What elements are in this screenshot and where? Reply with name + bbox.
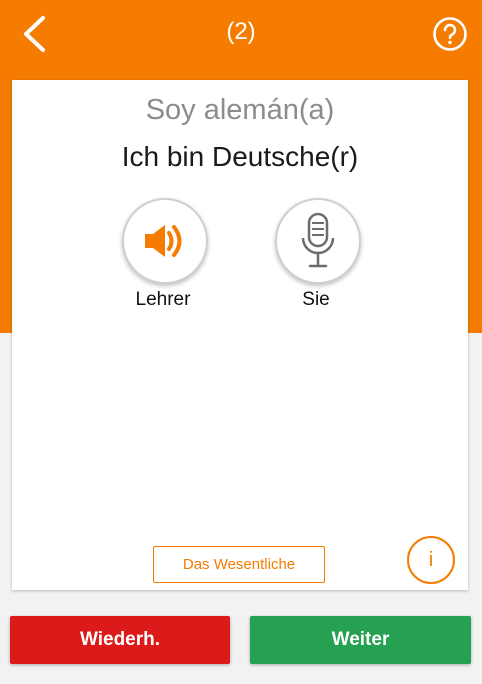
phrase-card: Soy alemán(a) Ich bin Deutsche(r) Lehrer… [12, 80, 468, 590]
progress-counter: (2) [226, 18, 256, 45]
info-icon: i [428, 548, 434, 571]
next-button[interactable]: Weiter [250, 616, 471, 664]
target-phrase: Ich bin Deutsche(r) [121, 141, 359, 172]
teacher-label: Lehrer [135, 289, 191, 310]
microphone-icon [301, 212, 335, 268]
source-phrase: Soy alemán(a) [145, 94, 335, 126]
record-voice-button[interactable] [275, 198, 361, 284]
you-label: Sie [302, 289, 330, 310]
help-button[interactable] [432, 16, 468, 52]
info-button[interactable]: i [407, 536, 455, 584]
repeat-button[interactable]: Wiederh. [10, 616, 230, 664]
speaker-icon [145, 225, 182, 257]
teacher-audio-button[interactable] [122, 198, 208, 284]
question-circle-icon [433, 17, 467, 51]
essentials-button[interactable]: Das Wesentliche [153, 546, 325, 583]
